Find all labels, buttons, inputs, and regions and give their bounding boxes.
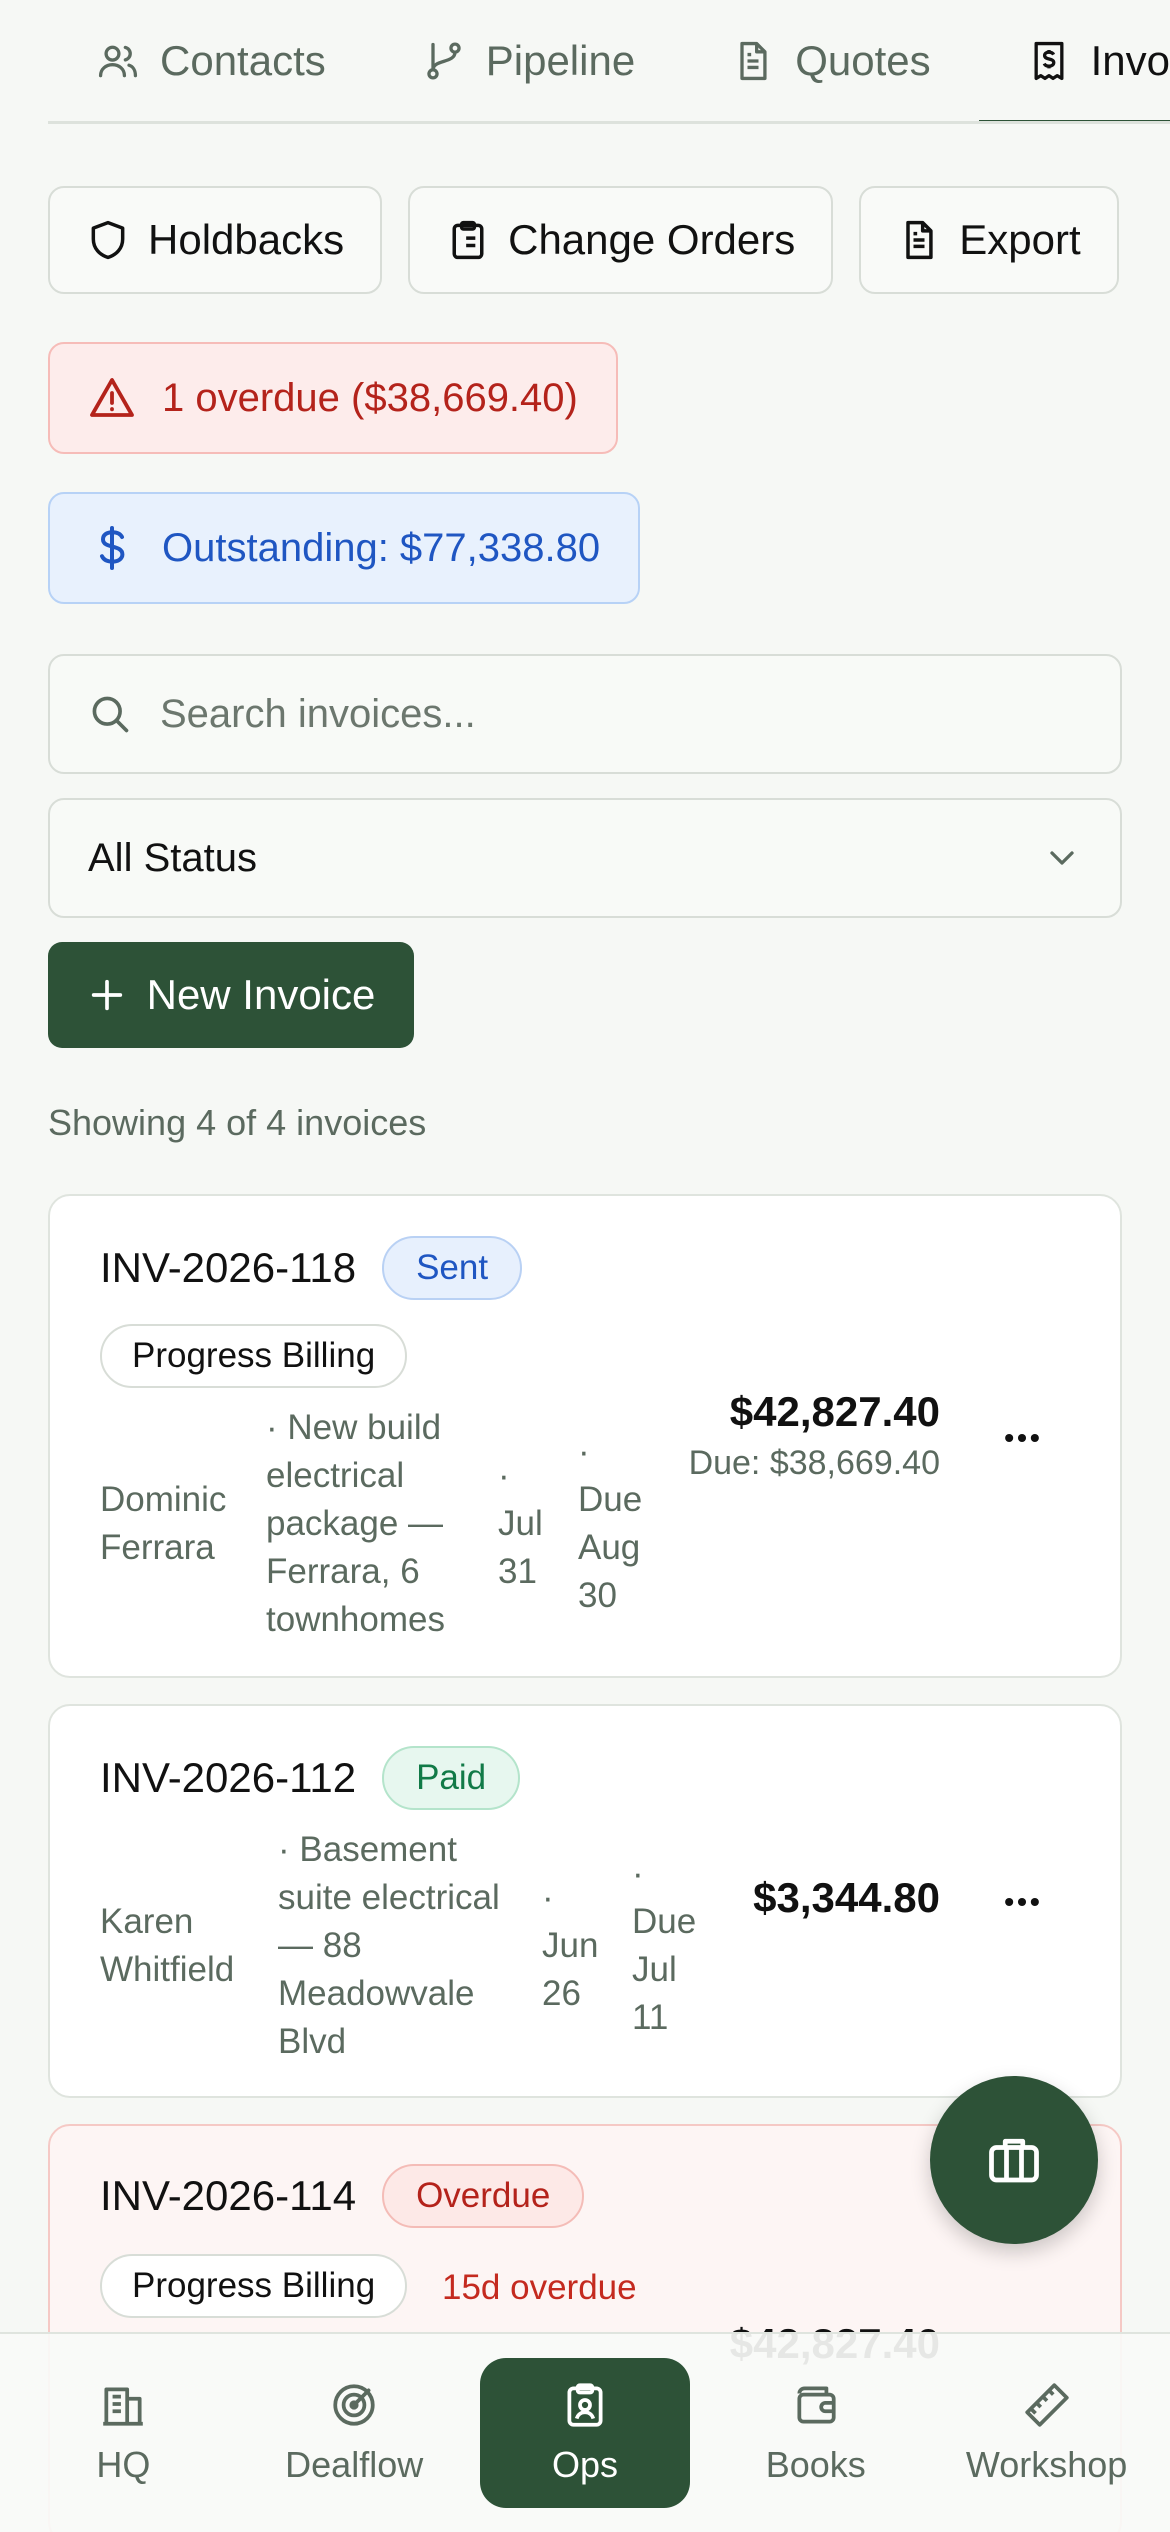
wallet-icon — [797, 2386, 836, 2424]
invoice-card-header: INV-2026-112 Paid — [100, 1746, 521, 1810]
search-input[interactable] — [160, 691, 1060, 737]
status-badge: Sent — [382, 1236, 523, 1300]
top-tab-bar: Contacts Pipeline Quotes Invoices — [48, 0, 1170, 124]
overdue-alert[interactable]: 1 overdue ($38,669.40) — [48, 342, 618, 454]
users-icon — [98, 45, 138, 77]
nav-ops-label: Ops — [551, 2444, 618, 2485]
amount-due: Due: $38,669.40 — [688, 1444, 940, 1482]
receipt-dollar-icon — [1034, 41, 1064, 80]
clipboard-user-icon — [567, 2383, 603, 2427]
project-description: · Basement suite electrical — 88 Meadowv… — [278, 1830, 500, 2061]
building-icon — [103, 2387, 144, 2426]
branch-icon — [427, 41, 461, 80]
dollar-icon — [100, 526, 125, 570]
nav-books-label: Books — [765, 2444, 866, 2485]
invoice-total: $42,827.40 — [729, 1388, 940, 1435]
invoice-meta: Dominic Ferrara · New build electrical p… — [100, 1404, 682, 1644]
overdue-alert-text: 1 overdue ($38,669.40) — [162, 375, 578, 420]
export-label: Export — [959, 216, 1081, 263]
document-icon — [740, 41, 767, 80]
invoice-card-header: INV-2026-114 Overdue — [100, 2164, 585, 2228]
invoice-amount-block: $42,827.40 Due: $38,669.40 — [689, 1388, 940, 1483]
holdbacks-button[interactable]: Holdbacks — [48, 186, 383, 294]
nav-books[interactable]: Books — [711, 2335, 921, 2531]
outstanding-text: Outstanding: $77,338.80 — [162, 525, 601, 570]
holdbacks-label: Holdbacks — [148, 216, 345, 263]
warning-triangle-icon — [90, 378, 134, 417]
tab-pipeline[interactable]: Pipeline — [374, 0, 683, 121]
tab-contacts[interactable]: Contacts — [48, 0, 374, 121]
shield-icon — [91, 220, 125, 260]
nav-dealflow[interactable]: Dealflow — [249, 2335, 459, 2531]
nav-hq[interactable]: HQ — [18, 2335, 228, 2531]
chevron-down-icon — [1050, 851, 1074, 865]
ruler-icon — [1024, 2383, 1069, 2427]
invoice-amount-block: $3,344.80 — [753, 1874, 940, 1922]
toolbox-fab-button[interactable] — [930, 2076, 1098, 2244]
nav-workshop-label: Workshop — [965, 2444, 1128, 2485]
billing-type-tag: Progress Billing — [100, 1324, 408, 1388]
due-date: · Due Aug 30 — [578, 1432, 643, 1615]
plus-icon — [91, 979, 122, 1011]
nav-hq-label: HQ — [96, 2444, 151, 2485]
tab-quotes[interactable]: Quotes — [683, 0, 978, 121]
more-options-icon[interactable] — [1000, 1416, 1044, 1460]
status-filter-value: All Status — [88, 835, 257, 880]
status-badge: Overdue — [382, 2164, 585, 2228]
invoice-date: · Jul 31 — [498, 1456, 543, 1591]
nav-workshop[interactable]: Workshop — [942, 2335, 1152, 2531]
status-badge: Paid — [382, 1746, 521, 1810]
new-invoice-label: New Invoice — [146, 971, 376, 1018]
bottom-navigation: HQ Dealflow Ops Books Workshop — [0, 2332, 1170, 2532]
project-description: · New build electrical package — Ferrara… — [266, 1408, 445, 1639]
tab-invoices[interactable]: Invoices — [978, 0, 1170, 121]
export-button[interactable]: Export — [859, 186, 1119, 294]
results-count: Showing 4 of 4 invoices — [48, 1102, 427, 1143]
tab-quotes-label: Quotes — [795, 36, 931, 84]
invoice-card[interactable]: INV-2026-112 Paid Karen Whitfield · Base… — [48, 1704, 1122, 2098]
due-date: · Due Jul 11 — [632, 1854, 697, 2037]
search-box — [48, 654, 1122, 774]
radar-icon — [333, 2384, 375, 2426]
invoice-number: INV-2026-114 — [100, 2172, 357, 2219]
invoice-card-header: INV-2026-118 Sent — [100, 1236, 523, 1300]
more-options-icon[interactable] — [1000, 1880, 1044, 1924]
tab-pipeline-label: Pipeline — [485, 36, 636, 84]
client-name: Dominic Ferrara — [100, 1480, 227, 1567]
invoice-number: INV-2026-112 — [100, 1754, 357, 1801]
briefcase-icon — [989, 2138, 1039, 2183]
billing-type-tag: Progress Billing — [100, 2254, 408, 2318]
invoice-number: INV-2026-118 — [100, 1244, 357, 1291]
overdue-days-label: 15d overdue — [442, 2268, 637, 2307]
client-name: Karen Whitfield — [100, 1902, 235, 1989]
change-orders-label: Change Orders — [508, 216, 796, 263]
outstanding-summary: Outstanding: $77,338.80 — [48, 492, 641, 604]
invoice-card[interactable]: INV-2026-118 Sent Progress Billing Domin… — [48, 1194, 1122, 1678]
invoice-meta: Karen Whitfield · Basement suite electri… — [100, 1826, 736, 2066]
change-orders-button[interactable]: Change Orders — [408, 186, 834, 294]
tab-invoices-label: Invoices — [1090, 36, 1170, 84]
search-icon — [92, 696, 129, 733]
tab-contacts-label: Contacts — [160, 36, 326, 84]
action-toolbar: Holdbacks Change Orders Export — [48, 186, 1119, 294]
invoice-date: · Jun 26 — [542, 1878, 599, 2013]
status-filter-select[interactable]: All Status — [48, 798, 1122, 918]
new-invoice-button[interactable]: New Invoice — [48, 942, 414, 1048]
invoice-total: $3,344.80 — [753, 1874, 940, 1921]
nav-dealflow-label: Dealflow — [285, 2444, 424, 2485]
document-icon — [906, 220, 933, 260]
clipboard-list-icon — [452, 220, 484, 260]
nav-ops[interactable]: Ops — [479, 2358, 690, 2508]
